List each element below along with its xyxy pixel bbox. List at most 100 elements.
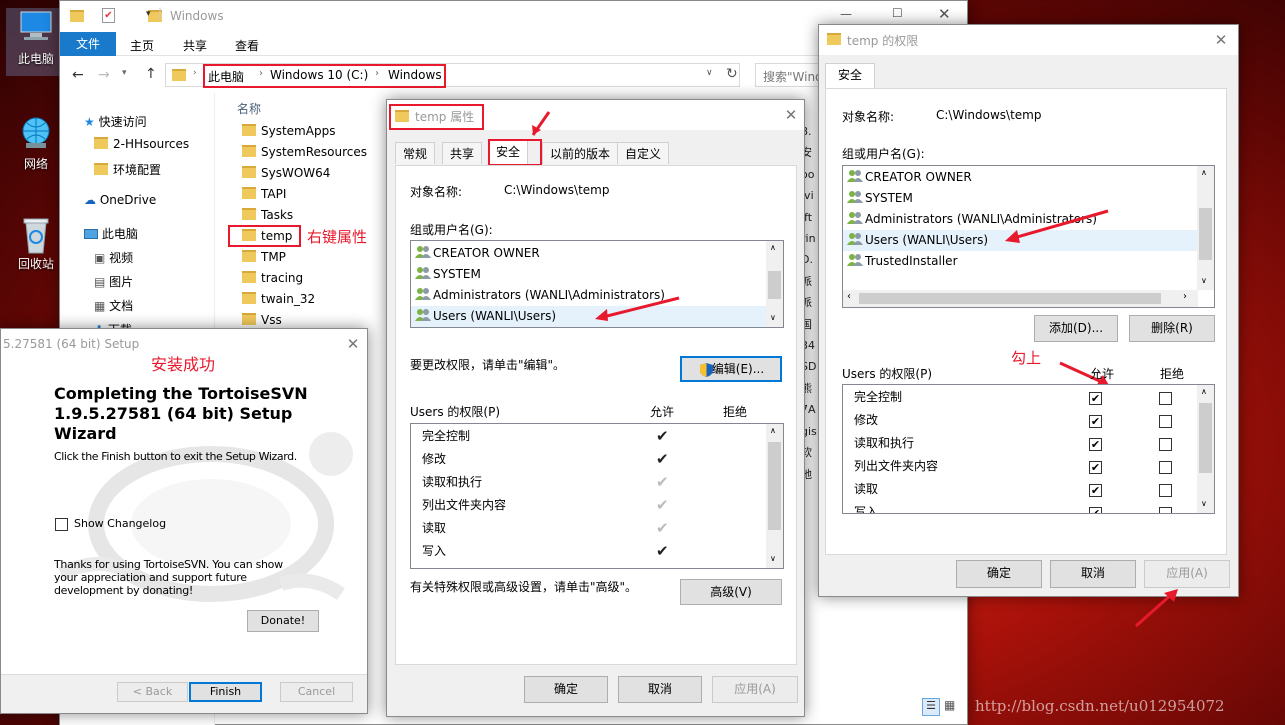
file-item[interactable]: tracing — [242, 268, 303, 289]
recent-chevron-icon[interactable]: ▾ — [122, 68, 127, 78]
advanced-button[interactable]: 高级(V) — [680, 579, 782, 605]
list-item-selected[interactable]: Users (WANLI\Users) — [411, 306, 767, 327]
user-list-hscroll[interactable]: ‹ › — [843, 290, 1198, 307]
deny-read-checkbox[interactable] — [1159, 484, 1172, 497]
users-group-icon — [415, 308, 431, 322]
large-icons-view-icon[interactable]: ▦ — [944, 698, 955, 712]
permission-row: 完全控制 — [854, 390, 903, 404]
cancel-button[interactable]: 取消 — [1050, 560, 1136, 588]
allow-read-checkbox[interactable]: ✔ — [1089, 484, 1102, 497]
user-list-scrollbar[interactable]: ∧ ∨ — [766, 241, 783, 327]
forward-arrow-icon[interactable]: → — [98, 67, 110, 83]
minimize-button[interactable]: — — [840, 7, 852, 21]
allow-write-checkbox[interactable]: ✔ — [1089, 507, 1102, 513]
file-item[interactable]: SystemResources — [242, 142, 367, 163]
donate-button[interactable]: Donate! — [247, 610, 319, 632]
refresh-icon[interactable]: ↻ — [726, 66, 738, 82]
tab-customize[interactable]: 自定义 — [617, 142, 670, 164]
maximize-button[interactable]: ☐ — [892, 6, 903, 20]
tab-security[interactable]: 安全 — [825, 63, 876, 88]
users-group-icon — [847, 232, 863, 246]
nav-item-env-config[interactable]: 环境配置 — [94, 161, 161, 178]
deny-write-checkbox[interactable] — [1159, 507, 1172, 513]
file-item[interactable]: SystemApps — [242, 121, 335, 142]
folder-icon — [94, 137, 108, 149]
nav-item-2-hhsources[interactable]: 2-HHsources — [94, 137, 189, 151]
add-button[interactable]: 添加(D)... — [1034, 315, 1118, 342]
tab-file[interactable]: 文件 — [60, 32, 116, 56]
permission-list-scrollbar[interactable]: ∧ ∨ — [1197, 385, 1214, 513]
deny-header: 拒绝 — [723, 405, 748, 419]
tab-view[interactable]: 查看 — [235, 37, 259, 54]
ok-button[interactable]: 确定 — [524, 676, 608, 703]
nav-onedrive[interactable]: ☁ OneDrive — [84, 193, 156, 207]
file-item[interactable]: TMP — [242, 247, 286, 268]
tab-general[interactable]: 常规 — [395, 142, 436, 164]
cancel-button[interactable]: Cancel — [280, 682, 353, 702]
breadcrumb-windows[interactable]: Windows — [388, 68, 442, 82]
desktop-icon-this-pc[interactable]: 此电脑 — [6, 8, 66, 76]
properties-quick-icon[interactable]: ✔ — [102, 8, 115, 23]
red-arrow-icon — [1135, 589, 1178, 628]
list-item[interactable]: SYSTEM — [847, 188, 913, 209]
finish-button[interactable]: Finish — [189, 682, 262, 702]
tab-home[interactable]: 主页 — [130, 37, 154, 54]
star-icon: ★ — [84, 115, 95, 129]
tab-sharing[interactable]: 共享 — [442, 142, 483, 164]
remove-button[interactable]: 删除(R) — [1129, 315, 1215, 342]
nav-documents[interactable]: ▦ 文档 — [94, 297, 133, 314]
file-item[interactable]: Tasks — [242, 205, 293, 226]
address-dropdown-icon[interactable]: ∨ — [706, 68, 713, 78]
nav-pictures[interactable]: ▤ 图片 — [94, 273, 133, 290]
nav-this-pc[interactable]: 此电脑 — [84, 225, 138, 242]
permission-list-scrollbar[interactable]: ∧ ∨ — [766, 424, 783, 568]
deny-read-execute-checkbox[interactable] — [1159, 438, 1172, 451]
allow-checkmark-icon: ✔ — [656, 496, 669, 514]
permission-list: 完全控制 修改 读取和执行 列出文件夹内容 读取 写入 ✔ ✔ ✔ ✔ ✔ ✔ … — [842, 384, 1215, 514]
desktop-icon-network[interactable]: 网络 — [6, 115, 66, 172]
file-item-temp[interactable]: temp — [228, 225, 301, 247]
close-button[interactable]: ✕ — [938, 5, 951, 23]
column-header-name[interactable]: 名称 — [237, 100, 261, 117]
user-list-scrollbar[interactable]: ∧ ∨ — [1197, 166, 1214, 290]
cancel-button[interactable]: 取消 — [618, 676, 702, 703]
file-item[interactable]: TAPI — [242, 184, 286, 205]
breadcrumb-c-drive[interactable]: Windows 10 (C:) — [270, 68, 368, 82]
close-icon[interactable]: ✕ — [344, 335, 362, 353]
list-item[interactable]: CREATOR OWNER — [415, 243, 540, 264]
file-item[interactable]: SysWOW64 — [242, 163, 330, 184]
tab-strip: 常规 共享 安全 以前的版本 自定义 — [395, 139, 795, 166]
close-icon[interactable]: ✕ — [782, 106, 800, 124]
apply-button[interactable]: 应用(A) — [1144, 560, 1230, 588]
list-item[interactable]: SYSTEM — [415, 264, 481, 285]
breadcrumb-this-pc[interactable]: 此电脑 — [208, 68, 244, 85]
nav-quick-access[interactable]: ★ 快速访问 — [84, 113, 147, 130]
allow-full-control-checkbox[interactable]: ✔ — [1089, 392, 1102, 405]
edit-button[interactable]: 编辑(E)... — [680, 356, 782, 382]
list-item[interactable]: TrustedInstaller — [847, 251, 958, 272]
deny-list-folder-checkbox[interactable] — [1159, 461, 1172, 474]
annotation-right-click: 右键属性 — [307, 228, 368, 246]
file-item[interactable]: twain_32 — [242, 289, 315, 310]
back-button[interactable]: < Back — [117, 682, 188, 702]
permission-row: 读取和执行 — [854, 436, 915, 450]
details-view-icon[interactable]: ☰ — [922, 698, 940, 716]
allow-read-execute-checkbox[interactable]: ✔ — [1089, 438, 1102, 451]
allow-header: 允许 — [1090, 367, 1115, 381]
nav-videos[interactable]: ▣ 视频 — [94, 249, 133, 266]
list-item[interactable]: CREATOR OWNER — [847, 167, 972, 188]
ok-button[interactable]: 确定 — [956, 560, 1042, 588]
allow-list-folder-checkbox[interactable]: ✔ — [1089, 461, 1102, 474]
tab-previous-versions[interactable]: 以前的版本 — [542, 142, 619, 164]
desktop-icon-recycle-bin[interactable]: 回收站 — [6, 215, 66, 272]
apply-button[interactable]: 应用(A) — [712, 676, 798, 703]
back-arrow-icon[interactable]: ← — [72, 67, 84, 83]
deny-full-control-checkbox[interactable] — [1159, 392, 1172, 405]
allow-modify-checkbox[interactable]: ✔ — [1089, 415, 1102, 428]
tab-share[interactable]: 共享 — [183, 37, 207, 54]
close-icon[interactable]: ✕ — [1212, 31, 1230, 49]
chevron-down-icon[interactable]: ▾ — [146, 9, 151, 19]
deny-modify-checkbox[interactable] — [1159, 415, 1172, 428]
show-changelog-checkbox[interactable] — [55, 518, 68, 531]
up-arrow-icon[interactable]: ↑ — [145, 66, 157, 82]
